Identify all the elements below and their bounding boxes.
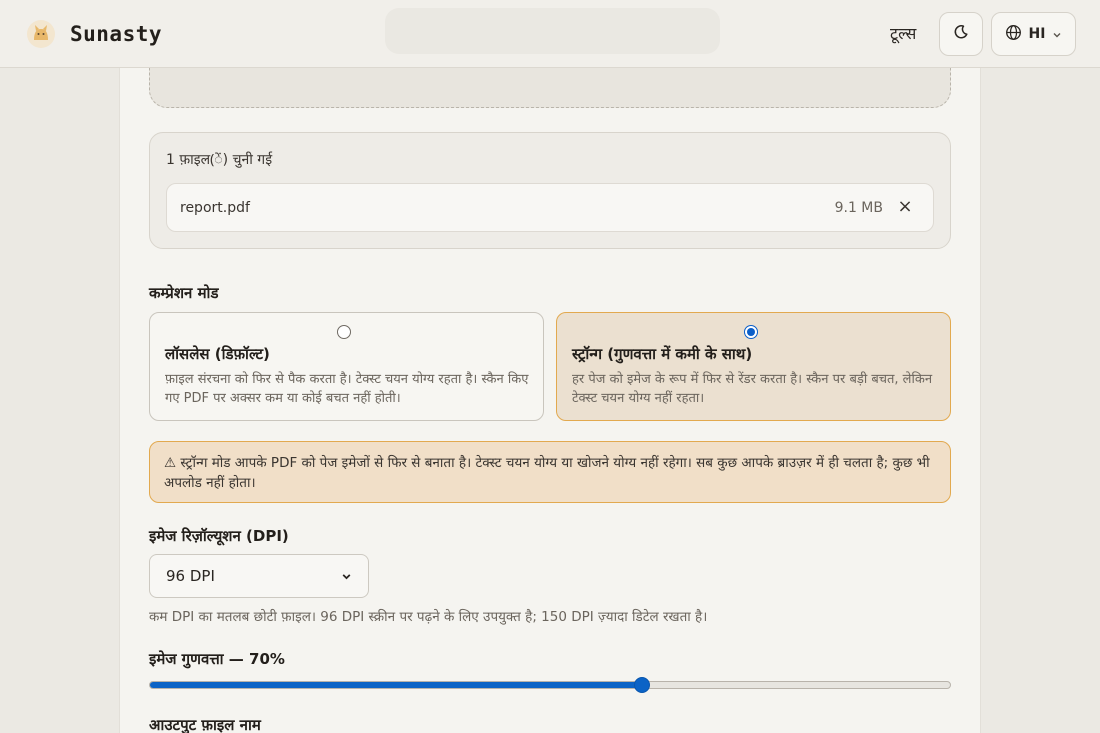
mode-title: स्ट्रॉन्ग (गुणवत्ता में कमी के साथ)	[572, 345, 753, 363]
radio-lossless[interactable]	[337, 325, 351, 339]
compression-mode-label: कम्प्रेशन मोड	[149, 284, 219, 302]
dpi-selected-value: 96 DPI	[166, 567, 215, 585]
chevron-down-icon	[341, 567, 352, 586]
theme-toggle-button[interactable]	[939, 12, 983, 56]
brand-link[interactable]: Sunasty	[26, 18, 162, 50]
globe-icon	[1005, 24, 1022, 45]
mode-option-lossless[interactable]: लॉसलेस (डिफ़ॉल्ट) फ़ाइल संरचना को फिर से…	[149, 312, 544, 421]
mode-description: फ़ाइल संरचना को फिर से पैक करता है। टेक्…	[165, 372, 529, 406]
header-decor	[385, 8, 720, 54]
file-size: 9.1 MB	[834, 200, 883, 216]
output-filename-label: आउटपुट फ़ाइल नाम	[149, 716, 261, 733]
language-select-button[interactable]: HI	[991, 12, 1076, 56]
strong-mode-warning: ⚠ स्ट्रॉन्ग मोड आपके PDF को पेज इमेजों स…	[149, 441, 951, 503]
tools-link[interactable]: टूल्स	[890, 22, 916, 44]
mode-title: लॉसलेस (डिफ़ॉल्ट)	[165, 345, 270, 363]
moon-icon	[953, 24, 969, 44]
chevron-down-icon	[1052, 25, 1062, 44]
top-header: Sunasty टूल्स HI	[0, 0, 1100, 68]
dpi-select[interactable]: 96 DPI	[149, 554, 369, 598]
file-list-item: report.pdf 9.1 MB ×	[166, 183, 934, 232]
radio-strong[interactable]	[744, 325, 758, 339]
quality-slider-track[interactable]	[149, 681, 951, 689]
language-code: HI	[1028, 26, 1046, 42]
brand-name: Sunasty	[70, 22, 163, 46]
quality-slider-fill	[150, 682, 642, 688]
dpi-label: इमेज रिज़ॉल्यूशन (DPI)	[149, 527, 289, 545]
selected-files-title: 1 फ़ाइल(ें) चुनी गई	[166, 152, 273, 168]
mode-description: हर पेज को इमेज के रूप में फिर से रेंडर क…	[572, 372, 933, 406]
dpi-hint: कम DPI का मतलब छोटी फ़ाइल। 96 DPI स्क्री…	[149, 609, 708, 625]
remove-file-button[interactable]: ×	[895, 196, 915, 218]
file-name: report.pdf	[180, 200, 250, 216]
mode-option-strong[interactable]: स्ट्रॉन्ग (गुणवत्ता में कमी के साथ) हर प…	[556, 312, 951, 421]
quality-label: इमेज गुणवत्ता — 70%	[149, 650, 285, 668]
cat-logo-icon	[26, 19, 56, 49]
